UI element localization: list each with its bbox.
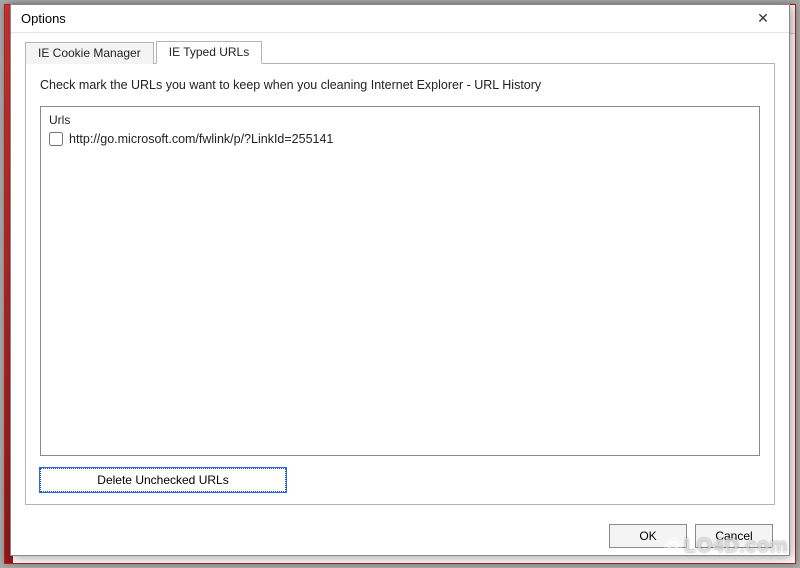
- list-header: Urls: [47, 111, 753, 131]
- tab-label: IE Typed URLs: [169, 45, 249, 59]
- tab-ie-typed-urls[interactable]: IE Typed URLs: [156, 41, 262, 64]
- url-checkbox[interactable]: [49, 132, 63, 146]
- tab-ie-cookie-manager[interactable]: IE Cookie Manager: [25, 42, 154, 64]
- tab-page: Check mark the URLs you want to keep whe…: [25, 63, 775, 505]
- options-dialog: Options ✕ IE Cookie Manager IE Typed URL…: [10, 4, 790, 556]
- tabstrip: IE Cookie Manager IE Typed URLs: [11, 33, 789, 63]
- instruction-text: Check mark the URLs you want to keep whe…: [40, 78, 760, 92]
- close-icon: ✕: [757, 10, 769, 27]
- dialog-footer: OK Cancel: [11, 517, 789, 555]
- delete-unchecked-button[interactable]: Delete Unchecked URLs: [40, 468, 286, 492]
- tab-label: IE Cookie Manager: [38, 46, 141, 60]
- close-button[interactable]: ✕: [743, 8, 783, 30]
- window-title: Options: [21, 11, 66, 26]
- list-item[interactable]: http://go.microsoft.com/fwlink/p/?LinkId…: [47, 131, 753, 147]
- url-text: http://go.microsoft.com/fwlink/p/?LinkId…: [69, 132, 333, 146]
- titlebar: Options ✕: [11, 5, 789, 33]
- ok-button[interactable]: OK: [609, 524, 687, 548]
- url-listbox[interactable]: Urls http://go.microsoft.com/fwlink/p/?L…: [40, 106, 760, 456]
- cancel-button[interactable]: Cancel: [695, 524, 773, 548]
